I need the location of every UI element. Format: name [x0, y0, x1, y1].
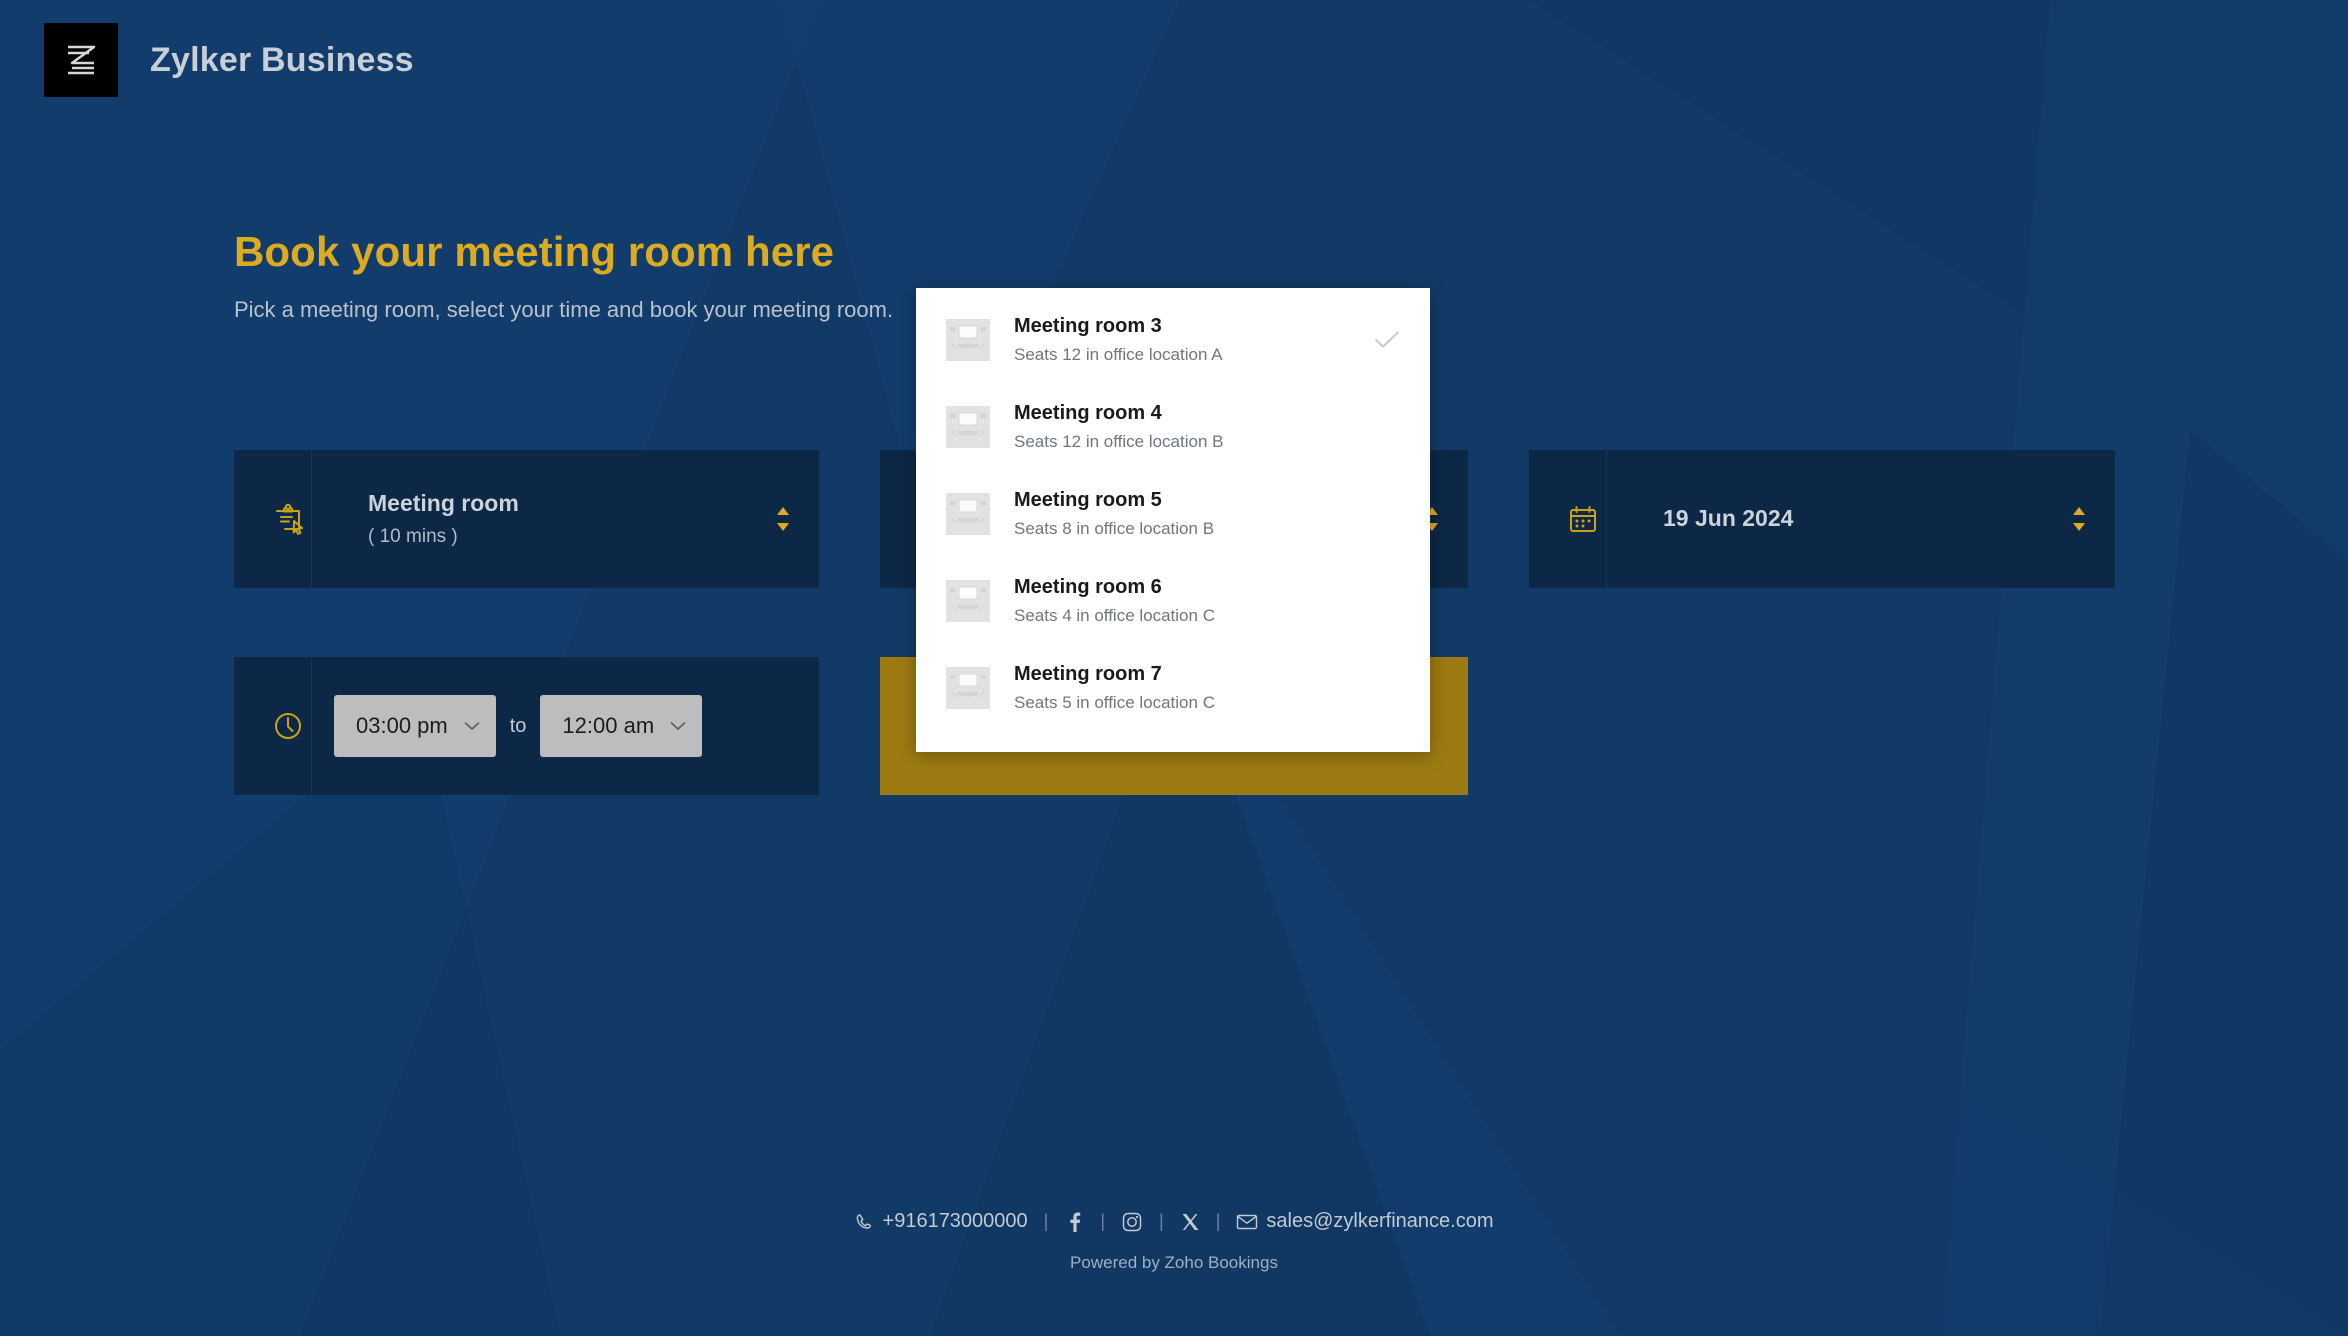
end-time-select[interactable]: 12:00 am	[540, 695, 703, 757]
room-text: Meeting room 6 Seats 4 in office locatio…	[1014, 574, 1370, 628]
meeting-room-thumbnail	[946, 666, 990, 709]
calendar-icon	[1529, 450, 1606, 588]
service-select-field[interactable]: Meeting room ( 10 mins )	[234, 450, 819, 588]
room-description: Seats 4 in office location C	[1014, 605, 1215, 625]
list-item[interactable]: Meeting room 7 Seats 5 in office locatio…	[916, 644, 1430, 731]
time-range-field[interactable]: 03:00 pm to 12:00 am	[234, 657, 819, 795]
room-name: Meeting room 7	[1014, 662, 1162, 685]
list-item[interactable]: Meeting room 4 Seats 12 in office locati…	[916, 383, 1430, 470]
room-text: Meeting room 5 Seats 8 in office locatio…	[1014, 487, 1370, 541]
footer-separator: |	[1043, 1211, 1049, 1231]
phone-icon	[855, 1212, 875, 1232]
room-description: Seats 8 in office location B	[1014, 518, 1215, 538]
footer-phone[interactable]: +916173000000	[855, 1210, 1028, 1233]
clock-icon	[234, 657, 311, 795]
list-item[interactable]: Meeting room 5 Seats 8 in office locatio…	[916, 470, 1430, 557]
facebook-icon[interactable]	[1064, 1211, 1084, 1233]
time-separator-label: to	[509, 714, 527, 737]
room-description: Seats 12 in office location A	[1014, 344, 1223, 364]
date-value: 19 Jun 2024	[1663, 505, 1794, 532]
time-field-body: 03:00 pm to 12:00 am	[312, 695, 819, 757]
date-stepper-icon[interactable]	[2043, 450, 2115, 588]
footer-email-text: sales@zylkerfinance.com	[1266, 1210, 1494, 1232]
service-field-body: Meeting room ( 10 mins )	[312, 488, 747, 551]
room-text: Meeting room 4 Seats 12 in office locati…	[1014, 400, 1370, 454]
meeting-room-thumbnail	[946, 318, 990, 361]
end-time-value: 12:00 am	[562, 713, 655, 738]
room-name: Meeting room 4	[1014, 401, 1162, 424]
page-subtitle: Pick a meeting room, select your time an…	[234, 297, 894, 322]
meeting-room-thumbnail	[946, 492, 990, 535]
room-name: Meeting room 5	[1014, 488, 1162, 511]
room-text: Meeting room 7 Seats 5 in office locatio…	[1014, 661, 1370, 715]
list-item[interactable]: Meeting room 6 Seats 4 in office locatio…	[916, 557, 1430, 644]
zylker-z-logo	[44, 23, 118, 97]
room-text: Meeting room 3 Seats 12 in office locati…	[1014, 313, 1370, 367]
meeting-room-thumbnail	[946, 405, 990, 448]
room-name: Meeting room 3	[1014, 314, 1162, 337]
footer-separator: |	[1159, 1211, 1164, 1231]
date-field-body: 19 Jun 2024	[1607, 503, 2043, 534]
site-header: Zylker Business	[0, 0, 2348, 120]
meeting-room-dropdown[interactable]: Meeting room 3 Seats 12 in office locati…	[916, 288, 1430, 752]
footer-separator: |	[1100, 1211, 1106, 1231]
instagram-icon[interactable]	[1121, 1211, 1143, 1233]
footer-contact-row: +916173000000 | | | | sales@zylkerfinanc…	[0, 1210, 2348, 1233]
list-item[interactable]: Meeting room 3 Seats 12 in office locati…	[916, 296, 1430, 383]
start-time-select[interactable]: 03:00 pm	[334, 695, 496, 757]
meeting-room-thumbnail	[946, 579, 990, 622]
room-name: Meeting room 6	[1014, 575, 1162, 598]
site-footer: +916173000000 | | | | sales@zylkerfinanc…	[0, 1210, 2348, 1273]
page-title: Book your meeting room here	[234, 228, 835, 275]
brand-name: Zylker Business	[150, 40, 414, 79]
chevron-down-icon	[670, 721, 686, 731]
footer-separator: |	[1215, 1211, 1221, 1231]
chevron-down-icon	[464, 721, 480, 731]
room-description: Seats 5 in office location C	[1014, 692, 1215, 712]
room-description: Seats 12 in office location B	[1014, 431, 1224, 451]
service-stepper-icon[interactable]	[747, 450, 819, 588]
clipboard-cursor-icon	[234, 450, 311, 588]
footer-phone-text: +916173000000	[882, 1210, 1028, 1232]
date-select-field[interactable]: 19 Jun 2024	[1529, 450, 2115, 588]
check-icon	[1370, 330, 1404, 350]
start-time-value: 03:00 pm	[356, 713, 448, 738]
footer-email[interactable]: sales@zylkerfinance.com	[1236, 1210, 1493, 1233]
service-duration: ( 10 mins )	[368, 525, 458, 547]
x-twitter-icon[interactable]	[1180, 1212, 1200, 1232]
envelope-icon	[1236, 1213, 1258, 1231]
powered-by-label: Powered by Zoho Bookings	[1070, 1253, 1278, 1272]
service-value: Meeting room	[368, 489, 519, 516]
